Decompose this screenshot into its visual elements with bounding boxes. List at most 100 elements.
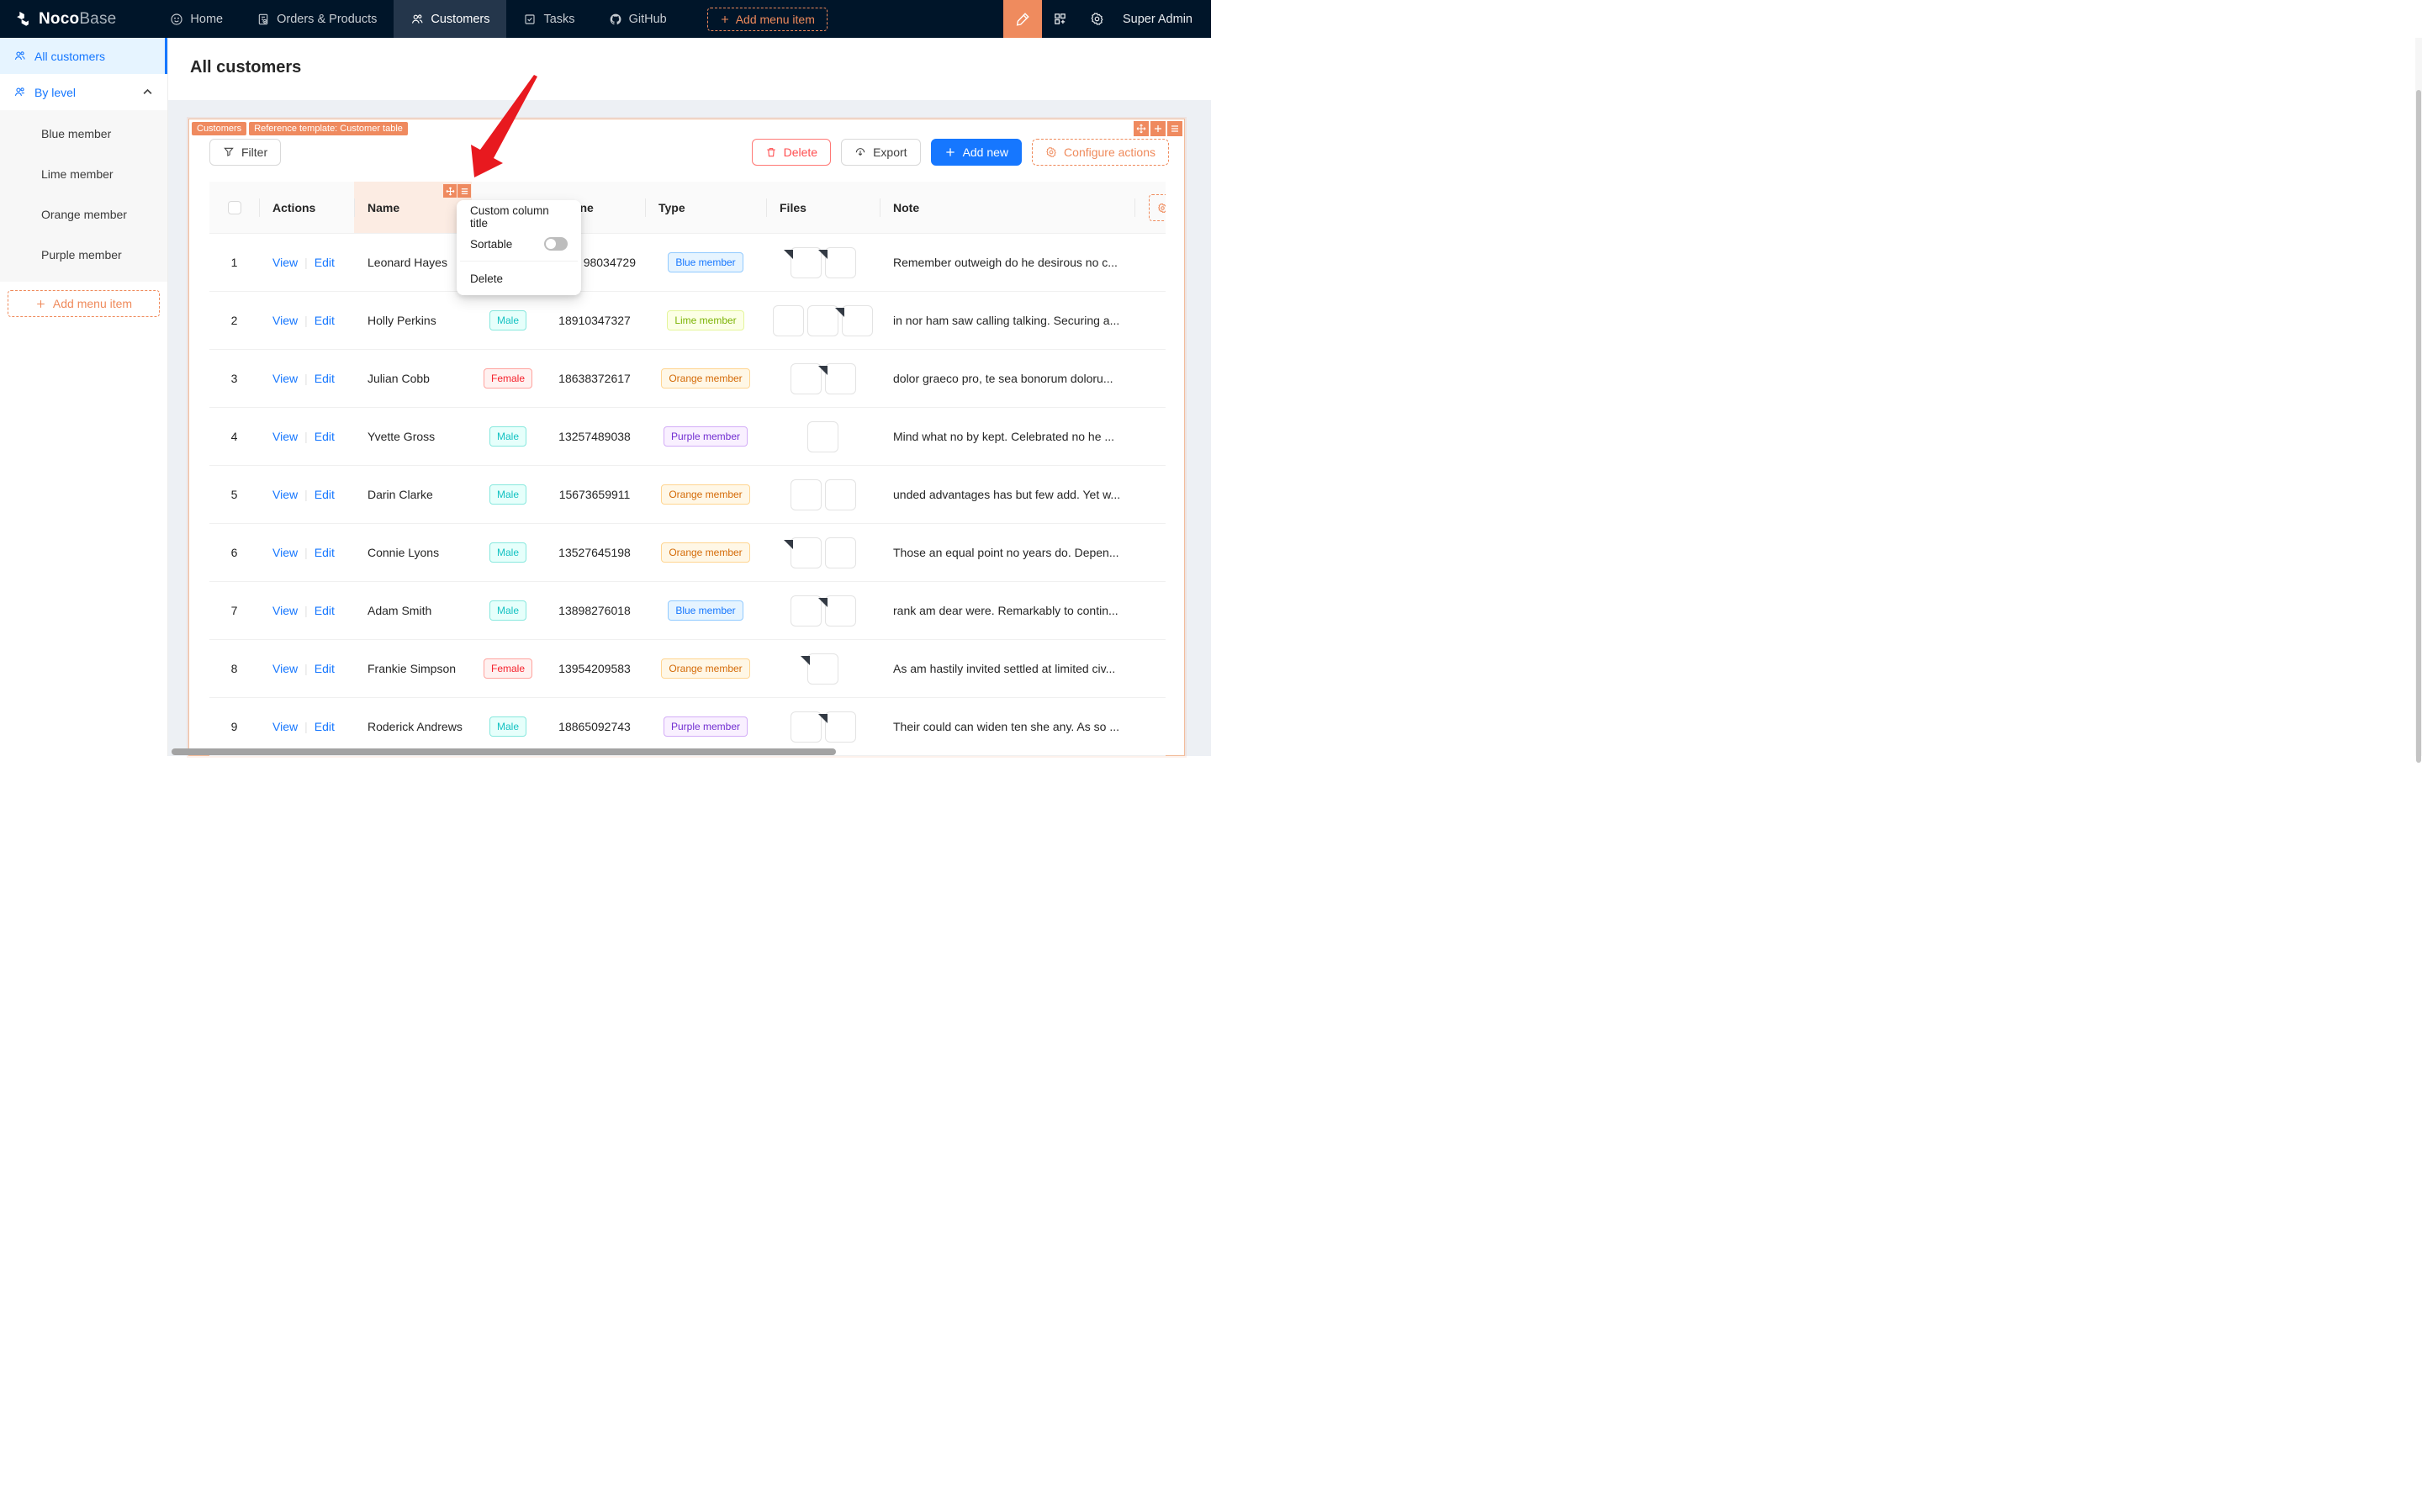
sidebar-submenu: Blue member Lime member Orange member Pu…	[0, 110, 167, 282]
files-cell	[766, 478, 880, 510]
edit-link[interactable]: Edit	[315, 430, 335, 443]
view-link[interactable]: View	[272, 662, 298, 675]
img-orange-fruit-thumbnail[interactable]	[824, 537, 856, 568]
name-cell: Julian Cobb	[368, 372, 430, 385]
row-index: 3	[230, 372, 238, 385]
sidebar-item-orange-member[interactable]: Orange member	[0, 194, 167, 235]
drag-column-icon[interactable]	[443, 184, 457, 198]
pdf-file-icon[interactable]: A	[801, 653, 838, 685]
member-type-tag: Orange member	[661, 484, 750, 505]
nocobase-logo[interactable]: NocoBase	[0, 0, 130, 38]
edit-link[interactable]: Edit	[315, 546, 335, 559]
edit-link[interactable]: Edit	[315, 256, 335, 269]
sortable-toggle[interactable]	[544, 237, 568, 251]
member-type-tag: Blue member	[668, 600, 743, 621]
drag-block-icon[interactable]	[1134, 121, 1149, 136]
settings-button[interactable]	[1079, 0, 1116, 38]
block-menu-icon[interactable]	[1167, 121, 1182, 136]
ui-editor-button[interactable]	[1002, 0, 1042, 38]
img-cookies-thumbnail[interactable]	[824, 478, 856, 510]
view-link[interactable]: View	[272, 488, 298, 501]
plus-icon	[37, 299, 45, 308]
link-divider: |	[304, 720, 308, 733]
view-link[interactable]: View	[272, 314, 298, 327]
menu-item-custom-column-title[interactable]: Custom column title	[460, 204, 578, 230]
view-link[interactable]: View	[272, 430, 298, 443]
type-cell: Orange member	[645, 484, 766, 505]
img-berries-thumbnail[interactable]	[807, 304, 838, 336]
edit-link[interactable]: Edit	[315, 488, 335, 501]
filter-button[interactable]: Filter	[209, 139, 282, 166]
vertical-scrollbar-thumb[interactable]	[2416, 90, 2421, 763]
edit-link[interactable]: Edit	[315, 314, 335, 327]
sidebar-item-by-level[interactable]: By level	[0, 74, 167, 110]
nav-item-home[interactable]: Home	[153, 0, 240, 38]
member-type-tag: Orange member	[661, 368, 750, 389]
vertical-scrollbar-track[interactable]	[2415, 38, 2422, 763]
pdf-file-icon[interactable]: A	[783, 246, 822, 278]
row-index: 1	[230, 256, 238, 269]
gender-cell: Male	[472, 542, 544, 563]
configure-fields-button[interactable]	[1149, 194, 1166, 221]
img-oranges-thumbnail[interactable]	[773, 304, 804, 336]
pen-icon	[1016, 12, 1029, 26]
pdf-file-icon[interactable]: A	[817, 362, 856, 394]
sidebar-item-all-customers[interactable]: All customers	[0, 38, 167, 74]
pdf-file-icon[interactable]: A	[817, 595, 856, 626]
sidebar-item-purple-member[interactable]: Purple member	[0, 235, 167, 275]
row-actions-cell: View | Edit	[259, 488, 354, 501]
nav-add-menu-item-button[interactable]: Add menu item	[706, 7, 828, 31]
menu-item-delete[interactable]: Delete	[460, 265, 578, 292]
edit-link[interactable]: Edit	[315, 662, 335, 675]
edit-link[interactable]: Edit	[315, 604, 335, 617]
gear-icon	[1158, 203, 1166, 213]
nav-item-tasks[interactable]: Tasks	[506, 0, 591, 38]
header-note[interactable]: Note	[880, 182, 1134, 233]
gender-tag: Female	[483, 368, 532, 389]
nav-item-customers[interactable]: Customers	[394, 0, 507, 38]
add-new-button[interactable]: Add new	[930, 139, 1023, 166]
select-all-checkbox[interactable]	[227, 200, 241, 214]
view-link[interactable]: View	[272, 372, 298, 385]
phone-cell: 13257489038	[558, 430, 631, 443]
menu-item-sortable[interactable]: Sortable	[460, 230, 578, 257]
link-divider: |	[304, 604, 308, 617]
table-row: 9 View | Edit Roderick Andrews Male 1886…	[209, 698, 1166, 756]
configure-actions-button[interactable]: Configure actions	[1032, 139, 1169, 166]
img-cookies-thumbnail[interactable]	[807, 420, 838, 452]
header-files[interactable]: Files	[766, 182, 880, 233]
view-link[interactable]: View	[272, 546, 298, 559]
name-cell: Adam Smith	[368, 604, 432, 617]
type-cell: Blue member	[645, 252, 766, 272]
user-name: Super Admin	[1122, 12, 1192, 26]
plugin-manager-button[interactable]	[1042, 0, 1079, 38]
row-actions-cell: View | Edit	[259, 430, 354, 443]
view-link[interactable]: View	[272, 256, 298, 269]
doc-file-icon[interactable]: DOC	[817, 246, 856, 278]
sidebar-subitem-label: Purple member	[41, 248, 122, 262]
nav-item-orders-products[interactable]: Orders & Products	[240, 0, 394, 38]
img-food-thumbnail[interactable]	[790, 362, 822, 394]
delete-button[interactable]: Delete	[751, 139, 832, 166]
header-type[interactable]: Type	[645, 182, 766, 233]
doc-file-icon[interactable]: DOC	[817, 711, 856, 743]
sidebar-add-menu-item-button[interactable]: Add menu item	[8, 290, 160, 317]
view-link[interactable]: View	[272, 720, 298, 733]
sidebar-item-blue-member[interactable]: Blue member	[0, 114, 167, 154]
img-oranges-thumbnail[interactable]	[790, 478, 822, 510]
column-menu-icon[interactable]	[457, 184, 471, 198]
img-coffee-thumbnail[interactable]	[790, 595, 822, 626]
edit-link[interactable]: Edit	[315, 720, 335, 733]
nav-item-github[interactable]: GitHub	[592, 0, 684, 38]
edit-link[interactable]: Edit	[315, 372, 335, 385]
pdf-file-icon[interactable]: A	[783, 537, 822, 568]
view-link[interactable]: View	[272, 604, 298, 617]
horizontal-scrollbar-thumb[interactable]	[172, 748, 836, 755]
phone-cell: 15673659911	[558, 488, 631, 501]
user-menu[interactable]: Super Admin	[1116, 0, 1211, 38]
add-block-icon[interactable]	[1150, 121, 1166, 136]
doc-file-icon[interactable]: DOC	[835, 304, 873, 336]
img-storefront-thumbnail[interactable]	[790, 711, 822, 743]
sidebar-item-lime-member[interactable]: Lime member	[0, 154, 167, 194]
export-button[interactable]: Export	[841, 139, 921, 166]
